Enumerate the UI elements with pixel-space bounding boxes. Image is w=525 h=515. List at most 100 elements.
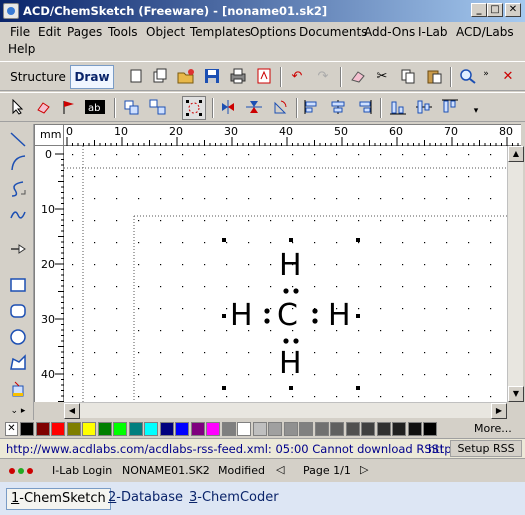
toolbar-overflow-icon[interactable]: » bbox=[476, 64, 496, 84]
arc-tool-icon[interactable] bbox=[7, 152, 29, 174]
align-middle-icon[interactable] bbox=[414, 97, 434, 117]
color-swatch[interactable] bbox=[392, 422, 406, 436]
menu-documents[interactable]: Documents bbox=[299, 25, 367, 39]
atom-h-top[interactable]: H bbox=[279, 248, 302, 283]
rss-message[interactable]: http://www.acdlabs.com/acdlabs-rss-feed.… bbox=[6, 442, 444, 456]
menu-edit[interactable]: Edit bbox=[38, 25, 61, 39]
scroll-down-button[interactable]: ▼ bbox=[508, 386, 524, 402]
color-swatch[interactable] bbox=[221, 422, 236, 436]
color-swatch[interactable] bbox=[113, 422, 127, 436]
open-icon[interactable] bbox=[176, 66, 196, 86]
color-swatch[interactable] bbox=[330, 422, 344, 436]
eraser-icon[interactable] bbox=[348, 66, 368, 86]
menu-acdlabs[interactable]: ACD/Labs bbox=[456, 25, 514, 39]
rss-trailing-link[interactable]: http bbox=[428, 442, 452, 456]
tab-chemsketch[interactable]: 1-ChemSketch bbox=[6, 488, 111, 510]
drawing-canvas[interactable]: H C H H H bbox=[64, 146, 507, 402]
close-document-icon[interactable]: ✕ bbox=[498, 66, 518, 86]
select-rotate-icon[interactable] bbox=[182, 96, 206, 120]
save-icon[interactable] bbox=[202, 66, 222, 86]
color-swatch[interactable] bbox=[175, 422, 189, 436]
eraser-tool-icon[interactable] bbox=[34, 97, 54, 117]
fill-tool-icon[interactable] bbox=[7, 378, 29, 400]
color-swatch[interactable] bbox=[345, 422, 360, 436]
polygon-tool-icon[interactable] bbox=[7, 352, 29, 374]
paste-icon[interactable] bbox=[424, 66, 444, 86]
redo-icon[interactable]: ↷ bbox=[313, 66, 333, 86]
ilab-login[interactable]: I-Lab Login bbox=[52, 464, 112, 477]
cut-icon[interactable]: ✂ bbox=[372, 66, 392, 86]
align-left-icon[interactable] bbox=[302, 97, 322, 117]
color-swatch[interactable] bbox=[314, 422, 329, 436]
flip-horizontal-icon[interactable] bbox=[244, 97, 264, 117]
color-swatch[interactable] bbox=[128, 422, 143, 436]
rounded-rect-tool-icon[interactable] bbox=[7, 300, 29, 322]
color-swatch[interactable] bbox=[190, 422, 205, 436]
color-swatch[interactable] bbox=[423, 422, 437, 436]
new-page-icon[interactable] bbox=[126, 66, 146, 86]
menu-help[interactable]: Help bbox=[8, 42, 35, 56]
align-center-icon[interactable] bbox=[328, 97, 348, 117]
next-page-icon[interactable]: ▷ bbox=[360, 463, 368, 476]
line-tool-icon[interactable] bbox=[7, 128, 29, 150]
print-icon[interactable] bbox=[228, 66, 248, 86]
undo-icon[interactable]: ↶ bbox=[287, 66, 307, 86]
atom-h-left[interactable]: H bbox=[230, 298, 253, 333]
prev-page-icon[interactable]: ◁ bbox=[276, 463, 284, 476]
scroll-right-button[interactable]: ▶ bbox=[491, 403, 507, 419]
vertical-scrollbar[interactable]: ▲ ▼ bbox=[507, 146, 524, 402]
menu-options[interactable]: Options bbox=[250, 25, 296, 39]
color-swatch[interactable] bbox=[252, 422, 267, 436]
color-swatch[interactable] bbox=[35, 422, 50, 436]
no-color-swatch[interactable]: ✕ bbox=[5, 422, 18, 436]
atom-c-center[interactable]: C bbox=[277, 298, 298, 333]
tab-database[interactable]: 2-Database bbox=[104, 488, 187, 510]
color-swatch[interactable] bbox=[376, 422, 391, 436]
color-swatch[interactable] bbox=[97, 422, 112, 436]
setup-rss-button[interactable]: Setup RSS bbox=[450, 440, 522, 457]
atom-h-bottom[interactable]: H bbox=[279, 346, 302, 381]
color-swatch[interactable] bbox=[144, 422, 158, 436]
color-swatch[interactable] bbox=[20, 422, 34, 436]
rectangle-tool-icon[interactable] bbox=[7, 274, 29, 296]
menu-ilab[interactable]: I-Lab bbox=[418, 25, 448, 39]
app-icon[interactable] bbox=[3, 3, 19, 19]
pdf-icon[interactable] bbox=[254, 66, 274, 86]
wave-tool-icon[interactable] bbox=[7, 204, 29, 226]
ellipse-tool-icon[interactable] bbox=[7, 326, 29, 348]
rotate-icon[interactable] bbox=[270, 97, 290, 117]
structure-mode-button[interactable]: Structure bbox=[10, 65, 66, 89]
draw-mode-button[interactable]: Draw bbox=[70, 65, 114, 89]
new-document-icon[interactable] bbox=[150, 66, 170, 86]
curve-tool-icon[interactable] bbox=[7, 178, 29, 200]
color-swatch[interactable] bbox=[206, 422, 220, 436]
maximize-button[interactable]: □ bbox=[487, 3, 503, 17]
zoom-icon[interactable] bbox=[458, 66, 478, 86]
minimize-button[interactable]: _ bbox=[471, 3, 487, 17]
scroll-left-button[interactable]: ◀ bbox=[64, 403, 80, 419]
align-bottom-icon[interactable] bbox=[388, 97, 408, 117]
menu-tools[interactable]: Tools bbox=[108, 25, 138, 39]
align-right-icon[interactable] bbox=[354, 97, 374, 117]
color-swatch[interactable] bbox=[237, 422, 251, 436]
toolbar2-overflow-icon[interactable]: ▾ bbox=[466, 101, 486, 121]
flag-tool-icon[interactable] bbox=[60, 97, 80, 117]
horizontal-scrollbar[interactable]: ◀ ▶ bbox=[64, 402, 507, 419]
flip-vertical-icon[interactable] bbox=[218, 97, 238, 117]
color-swatch[interactable] bbox=[159, 422, 174, 436]
menu-templates[interactable]: Templates bbox=[190, 25, 251, 39]
ungroup-icon[interactable] bbox=[148, 97, 168, 117]
menu-pages[interactable]: Pages bbox=[67, 25, 102, 39]
align-top-icon[interactable] bbox=[440, 97, 460, 117]
select-arrow-icon[interactable] bbox=[8, 97, 28, 117]
color-swatch[interactable] bbox=[268, 422, 282, 436]
palette-overflow-icon[interactable]: ⌄ ▸ bbox=[7, 400, 29, 422]
color-swatch[interactable] bbox=[283, 422, 298, 436]
more-colors-button[interactable]: More... bbox=[474, 422, 512, 435]
color-swatch[interactable] bbox=[66, 422, 81, 436]
tab-chemcoder[interactable]: 3-ChemCoder bbox=[185, 488, 283, 510]
menu-file[interactable]: File bbox=[10, 25, 30, 39]
color-swatch[interactable] bbox=[299, 422, 313, 436]
scroll-up-button[interactable]: ▲ bbox=[508, 146, 524, 162]
text-tool-icon[interactable]: ab bbox=[84, 97, 106, 117]
